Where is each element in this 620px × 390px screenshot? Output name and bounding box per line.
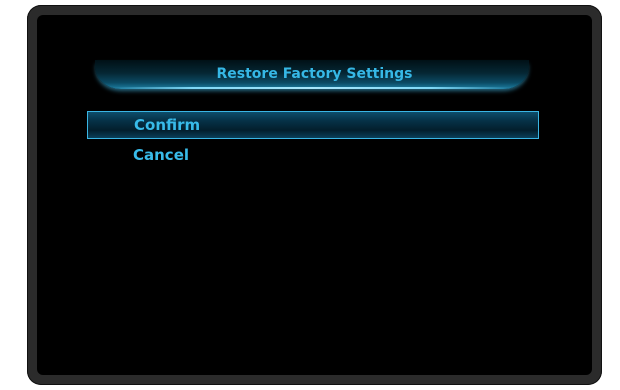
confirm-option-label: Confirm [134,116,201,134]
dialog-title: Restore Factory Settings [216,66,413,82]
page: Restore Factory Settings Confirm Cancel [0,0,620,390]
options-menu: Confirm Cancel [87,111,539,168]
confirm-option[interactable]: Confirm [87,111,539,139]
tv-bezel: Restore Factory Settings Confirm Cancel [27,5,602,385]
cancel-option[interactable]: Cancel [87,142,539,168]
menu-screen: Restore Factory Settings Confirm Cancel [37,15,592,375]
cancel-option-label: Cancel [133,146,190,164]
